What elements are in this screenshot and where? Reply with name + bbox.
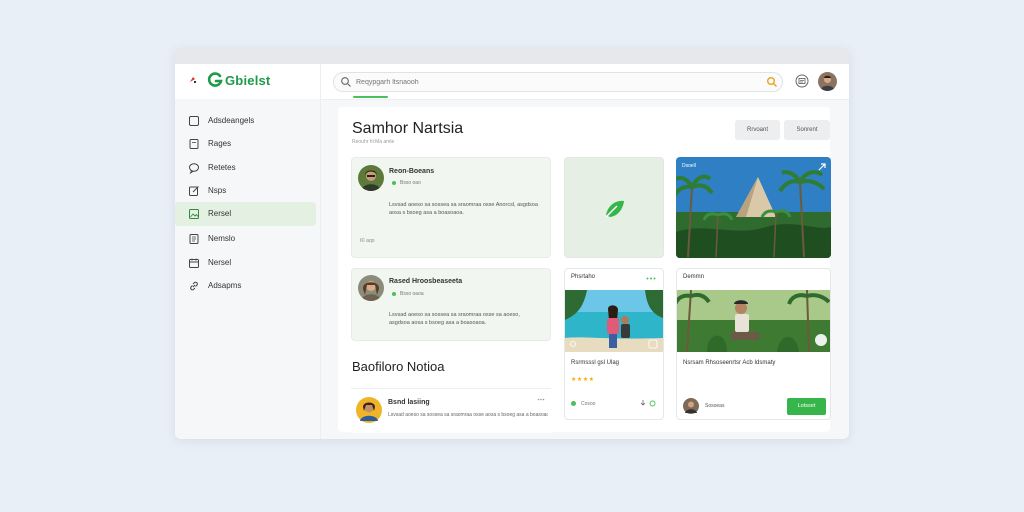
post-author-name: Rased Hroosbeaseeta <box>389 278 463 285</box>
card-photo <box>565 290 663 352</box>
card-title: Phsrtaho <box>571 274 596 280</box>
search-submit-icon[interactable] <box>766 76 778 88</box>
notification-menu-icon[interactable] <box>537 398 545 401</box>
sidebar-divider <box>320 64 321 439</box>
more-icon[interactable] <box>818 163 826 171</box>
document-icon <box>189 234 199 244</box>
post-author-name: Reon-Boeans <box>389 168 435 175</box>
brand-logo-icon <box>207 72 223 87</box>
search-icon <box>341 77 351 87</box>
title-bar <box>175 48 849 64</box>
edit-icon <box>189 186 199 196</box>
menu-dots-icon[interactable] <box>646 277 656 280</box>
card-action-button[interactable]: Lotsset <box>787 398 826 415</box>
notification-text: Lsvsad aoeso sa sossea sa sraomraa osse … <box>388 412 548 418</box>
post-author-avatar <box>358 275 384 301</box>
section-title: Baofiloro Notioa <box>352 359 445 374</box>
notification-title: Bsnd lasiing <box>388 399 430 406</box>
online-status-dot <box>392 180 396 185</box>
brand-name: Gbielst <box>225 73 271 88</box>
post-footer: l© aqo <box>360 238 375 244</box>
sidebar-item-adsdeangels[interactable]: Adsdeangels <box>175 109 316 133</box>
leaf-icon <box>605 200 624 218</box>
page-subtitle: Reouhr hl:Ma amle <box>352 139 395 145</box>
square-icon <box>189 116 199 126</box>
sidebar-item-label: Nersel <box>208 258 232 267</box>
header-button-secondary[interactable]: Sonrent <box>784 120 830 140</box>
online-status-dot <box>392 291 396 296</box>
card-title: Demmn <box>683 274 705 280</box>
sidebar-item-label: Rages <box>208 139 232 148</box>
hero-label: Dsoell <box>682 163 696 169</box>
sidebar-item-nemslo[interactable]: Nemslo <box>175 227 316 251</box>
card-photo <box>677 290 830 352</box>
card-footer: Cosoo <box>571 401 595 407</box>
app-window: Gbielst Adsdeangels Rages <box>175 48 849 439</box>
sidebar-item-rersel[interactable]: Rersel <box>175 202 316 226</box>
page-icon <box>189 139 199 149</box>
post-text: Lsvsad aoeso sa sossea sa sraomraa osse … <box>389 312 520 326</box>
header-button-primary[interactable]: Rrvoant <box>735 120 780 140</box>
search-bar[interactable] <box>333 72 783 92</box>
app-menu-icon[interactable] <box>189 76 197 84</box>
sidebar-item-nsps[interactable]: Nsps <box>175 179 316 203</box>
link-icon <box>190 281 198 291</box>
sidebar-item-retetes[interactable]: Retetes <box>175 156 316 180</box>
search-input[interactable] <box>356 73 736 91</box>
notification-item[interactable]: Bsnd lasiing Lsvsad aoeso sa sossea sa s… <box>351 388 551 433</box>
user-avatar[interactable] <box>818 72 837 91</box>
sidebar: Adsdeangels Rages Retetes Nsps Rersel Ne… <box>175 99 320 439</box>
sidebar-item-label: Nsps <box>208 186 227 195</box>
image-icon <box>189 209 199 219</box>
sidebar-item-adsapms[interactable]: Adsapms <box>175 274 316 298</box>
sidebar-item-label: Adsdeangels <box>208 116 255 125</box>
post-meta: Bsso oao <box>392 180 421 186</box>
refresh-icon[interactable] <box>649 400 656 407</box>
messages-icon[interactable] <box>795 74 809 88</box>
calendar-icon <box>189 258 199 268</box>
post-text: Lsvsad aoeso sa sossea sa sraomraa osse … <box>389 202 538 216</box>
hero-image <box>676 157 831 258</box>
media-placeholder[interactable] <box>564 157 664 258</box>
chat-bubble-icon <box>189 163 199 174</box>
card-body: Rsrmsssl gsl Ulag <box>571 360 620 366</box>
sidebar-item-nersel[interactable]: Nersel <box>175 251 316 275</box>
card-author-name: Sosoeas <box>705 403 725 409</box>
post-card[interactable]: Rased Hroosbeaseeta Bsso oaoa Lsvsad aoe… <box>351 268 551 341</box>
sidebar-item-label: Retetes <box>208 163 236 172</box>
download-icon[interactable] <box>640 400 646 407</box>
place-card[interactable]: Phsrtaho Rsrmsssl gsl Ulag ★★★★ Cosoo <box>564 268 664 420</box>
post-meta: Bsso oaoa <box>392 291 424 297</box>
main-content: Samhor Nartsia Reouhr hl:Ma amle Rrvoant… <box>338 107 831 433</box>
card-body: Nsrsam Rhsoseenrtsr Acb Idsmaty <box>683 360 776 366</box>
rating-stars: ★★★★ <box>571 377 595 383</box>
post-card[interactable]: Reon-Boeans Bsso oao Lsvsad aoeso sa sos… <box>351 157 551 258</box>
search-focus-indicator <box>353 96 388 98</box>
sidebar-item-label: Rersel <box>208 209 232 218</box>
card-author-avatar <box>683 398 699 414</box>
hero-photo[interactable]: Dsoell <box>676 157 831 258</box>
post-author-avatar <box>358 165 384 191</box>
notification-avatar <box>356 397 382 423</box>
top-bar: Gbielst <box>175 64 849 100</box>
sidebar-item-label: Nemslo <box>208 234 236 243</box>
page-title: Samhor Nartsia <box>352 120 464 137</box>
sidebar-item-rages[interactable]: Rages <box>175 132 316 156</box>
sidebar-item-label: Adsapms <box>208 281 242 290</box>
